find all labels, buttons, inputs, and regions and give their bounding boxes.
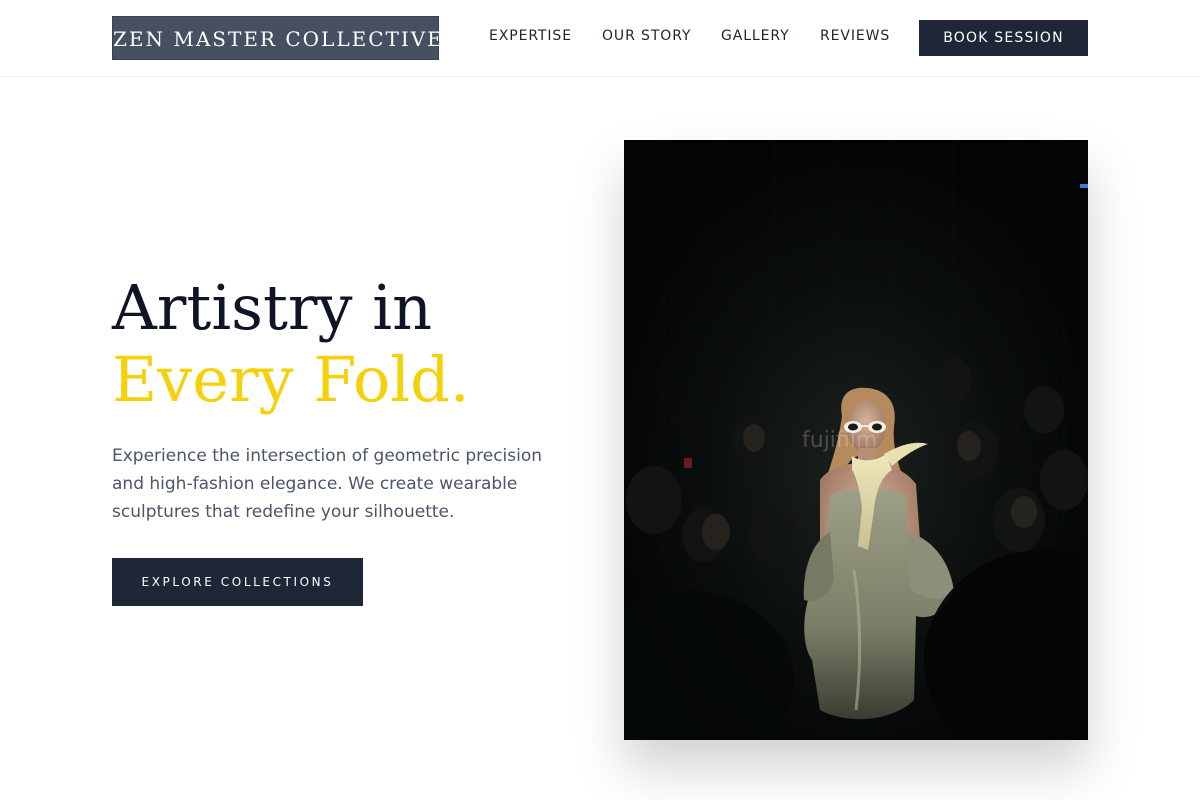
image-watermark: fujifilm (802, 428, 878, 453)
nav-link-expertise[interactable]: EXPERTISE (489, 28, 572, 44)
nav-link-reviews[interactable]: REVIEWS (820, 28, 890, 44)
brand-logo[interactable]: ZEN MASTER COLLECTIVE (112, 16, 442, 60)
hero-description: Experience the intersection of geometric… (112, 446, 543, 522)
nav-link-our-story[interactable]: OUR STORY (602, 28, 691, 44)
nav-link-gallery[interactable]: GALLERY (721, 28, 790, 44)
runway-model-photo: fujifilm (624, 140, 1088, 740)
hero-title-line-2: Every Fold. (112, 343, 470, 416)
hero-title: Artistry in Every Fold. (112, 272, 592, 416)
site-header: ZEN MASTER COLLECTIVE EXPERTISE OUR STOR… (0, 0, 1200, 77)
explore-collections-button[interactable]: EXPLORE COLLECTIONS (112, 558, 363, 606)
hero-title-line-1: Artistry in (112, 271, 433, 344)
book-session-button[interactable]: BOOK SESSION (919, 20, 1088, 56)
